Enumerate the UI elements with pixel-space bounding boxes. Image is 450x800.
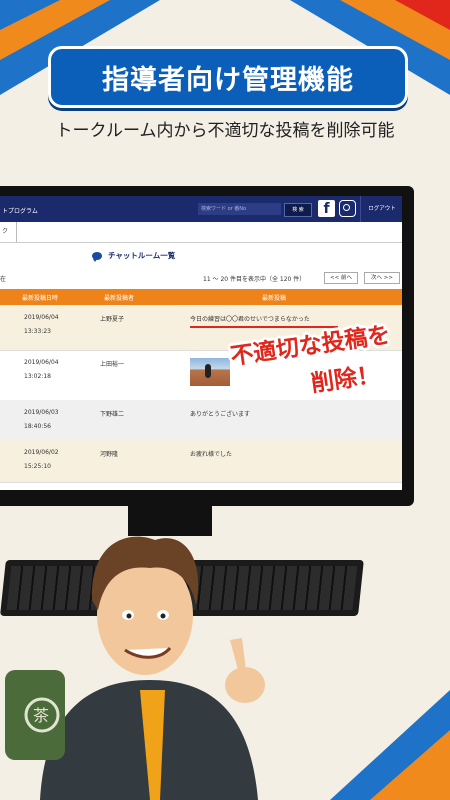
row-poster: 上田裕一: [100, 361, 125, 368]
logout-button[interactable]: ログアウト: [360, 196, 402, 222]
row-time: 15:25:10: [24, 463, 51, 470]
row-poster: 下野雄二: [100, 411, 125, 418]
program-label: トプログラム: [2, 208, 38, 215]
table-row[interactable]: 2019/06/02 15:25:10 河野隆 お疲れ様でした: [0, 440, 402, 483]
column-header-date: 最新投稿日時: [22, 295, 59, 302]
coach-illustration: 茶: [5, 536, 265, 800]
instagram-icon[interactable]: [339, 200, 356, 217]
row-date: 2019/06/03: [24, 409, 59, 416]
row-poster: 上野夏子: [100, 316, 125, 323]
row-date: 2019/06/04: [24, 314, 59, 321]
table-header: 最新投稿日時 最新投稿者 最新投稿: [0, 289, 402, 305]
search-input[interactable]: 検索ワード or 番No: [198, 203, 281, 215]
chat-bubble-icon: [92, 251, 102, 262]
column-header-message: 最新投稿: [262, 295, 287, 302]
page-title-text: チャットルーム一覧: [108, 251, 176, 260]
row-date: 2019/06/02: [24, 449, 59, 456]
facebook-icon[interactable]: f: [318, 200, 335, 217]
search-button[interactable]: 検 索: [284, 203, 312, 217]
page-title: チャットルーム一覧: [92, 250, 176, 262]
row-time: 13:02:18: [24, 373, 51, 380]
column-header-poster: 最新投稿者: [104, 295, 135, 302]
row-message: お疲れ様でした: [190, 451, 233, 458]
row-time: 13:33:23: [24, 328, 51, 335]
subnav-tab[interactable]: ク: [0, 222, 17, 242]
svg-text:茶: 茶: [33, 706, 49, 725]
status-left: 在: [0, 276, 7, 283]
next-page-button[interactable]: 次へ >>: [364, 272, 400, 284]
row-date: 2019/06/04: [24, 359, 59, 366]
result-count: 11 〜 20 件目を表示中（全 120 件）: [203, 276, 306, 283]
table-row[interactable]: 2019/06/03 18:40:56 下野雄二 ありがとうございます: [0, 400, 402, 441]
sub-navigation: ク: [0, 222, 402, 243]
app-topbar: トプログラム 検索ワード or 番No 検 索 f ログアウト: [0, 196, 402, 222]
feature-headline: 指導者向け管理機能: [48, 46, 408, 108]
prev-page-button[interactable]: << 前へ: [324, 272, 358, 284]
row-time: 18:40:56: [24, 423, 51, 430]
feature-subline: トークルーム内から不適切な投稿を削除可能: [55, 121, 395, 141]
row-poster: 河野隆: [100, 451, 119, 458]
row-message: 今日の練習は〇〇君のせいでつまらなかった: [190, 316, 310, 323]
